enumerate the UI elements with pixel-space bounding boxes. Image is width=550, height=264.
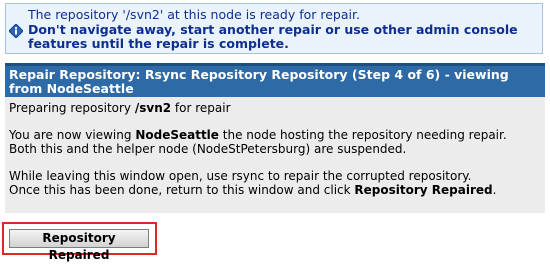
repair-panel: Repair Repository: Rsync Repository Repo… [5, 63, 545, 213]
preparing-paragraph: Preparing repository /svn2 for repair [9, 101, 539, 115]
viewing-suffix: the node hosting the repository needing … [218, 128, 507, 142]
notice-warning: Don't navigate away, start another repai… [28, 22, 518, 51]
button-reference: Repository Repaired [354, 183, 493, 197]
panel-title: Repair Repository: Rsync Repository Repo… [9, 67, 509, 96]
preparing-text: Preparing repository [9, 101, 135, 115]
notice-message: The repository '/svn2' at this node is r… [28, 7, 360, 22]
info-diamond-icon [8, 23, 24, 39]
button-highlight-frame: Repository Repaired [2, 222, 157, 262]
repository-repaired-button[interactable]: Repository Repaired [9, 229, 149, 262]
viewing-paragraph: You are now viewing NodeSeattle the node… [9, 128, 539, 156]
rsync-instruction: While leaving this window open, use rsyn… [9, 169, 472, 183]
instructions-paragraph: While leaving this window open, use rsyn… [9, 169, 539, 197]
return-instruction: Once this has been done, return to this … [9, 183, 355, 197]
repository-path: /svn2 [134, 101, 172, 115]
preparing-suffix: for repair [171, 101, 231, 115]
panel-body: Preparing repository /svn2 for repair Yo… [9, 101, 539, 210]
instruction-period: . [492, 183, 497, 197]
viewing-text: You are now viewing [9, 128, 136, 142]
info-notice: The repository '/svn2' at this node is r… [5, 3, 543, 54]
node-name: NodeSeattle [135, 128, 219, 142]
panel-header: Repair Repository: Rsync Repository Repo… [5, 63, 545, 97]
suspended-text: Both this and the helper node (NodeStPet… [9, 142, 407, 156]
